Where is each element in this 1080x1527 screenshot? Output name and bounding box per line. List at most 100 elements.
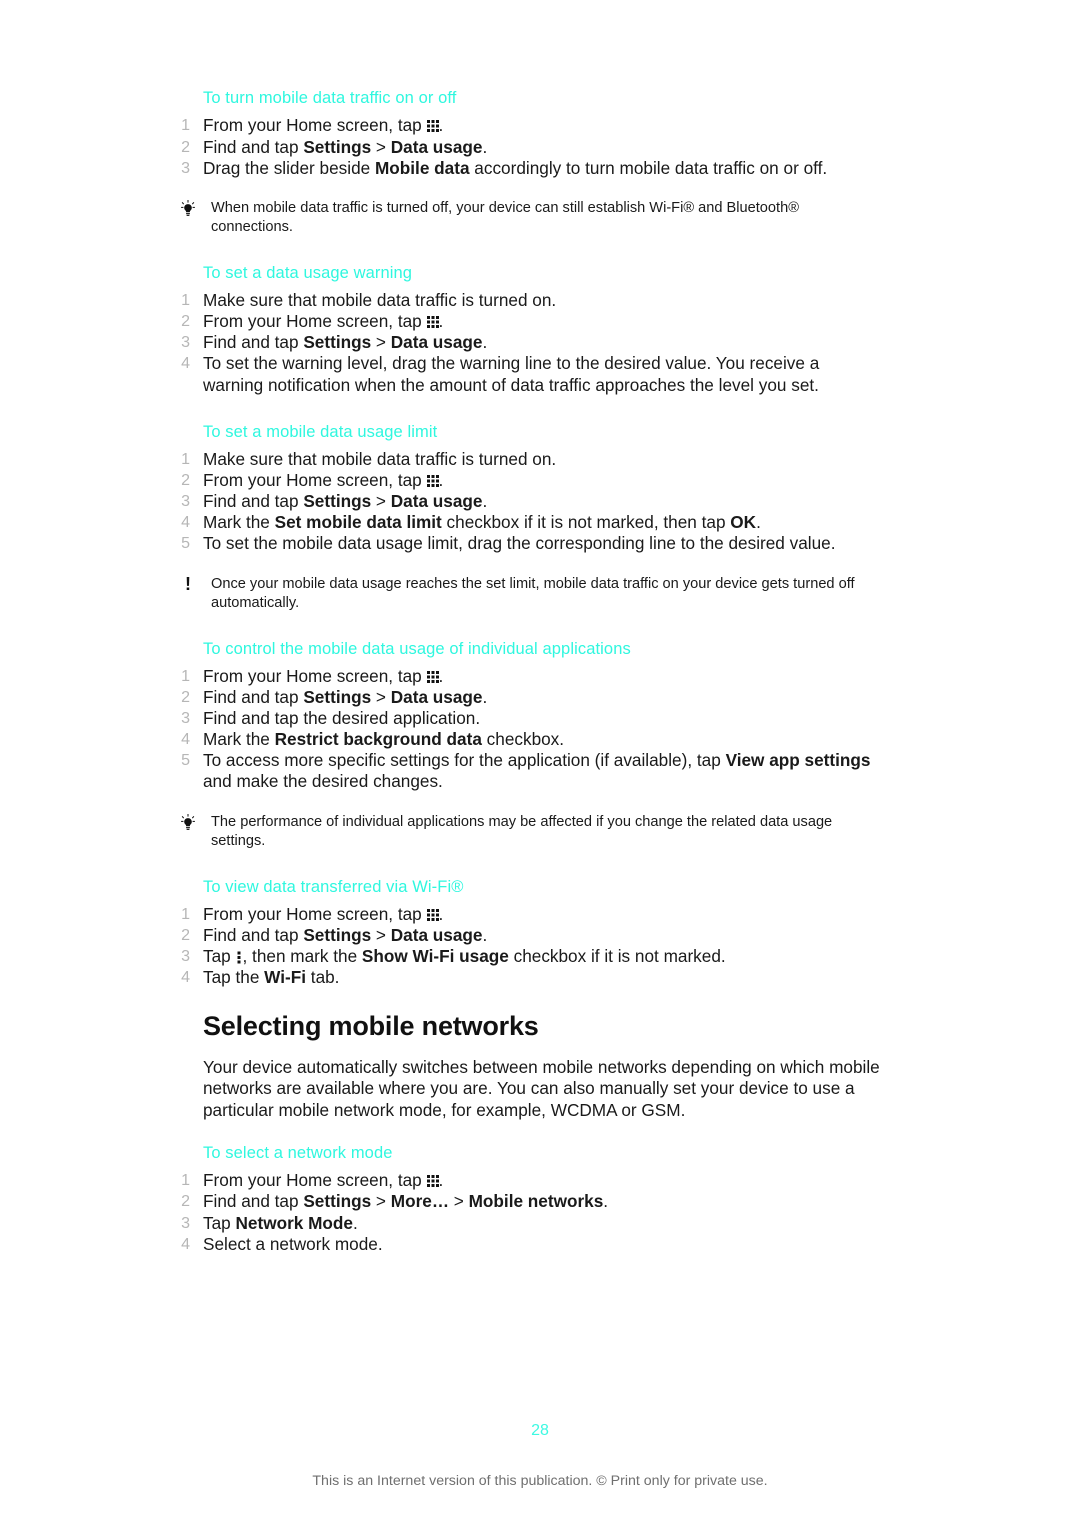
- step-item: 5 To set the mobile data usage limit, dra…: [171, 533, 883, 554]
- step-number: 1: [181, 451, 190, 469]
- step-item: 4 To set the warning level, drag the warn…: [171, 353, 883, 395]
- step-number: 3: [181, 159, 190, 177]
- step-item: 2 From your Home screen, tap .: [171, 470, 883, 491]
- callout-text: Once your mobile data usage reaches the …: [211, 575, 855, 611]
- step-text: From your Home screen, tap .: [203, 115, 444, 136]
- ui-label: Data usage: [390, 332, 483, 353]
- step-item: 4 Mark the Set mobile data limit checkbox…: [171, 512, 883, 533]
- ui-label: Settings: [303, 687, 372, 708]
- ui-label: Mobile data: [374, 157, 470, 178]
- app-drawer-grid-icon: [426, 1175, 439, 1188]
- step-text: Find and tap Settings > Data usage.: [203, 136, 488, 157]
- section-control-app-data-usage: To control the mobile data usage of indi…: [171, 639, 883, 793]
- ui-label: Data usage: [390, 491, 483, 512]
- section-turn-mobile-data-on-off: To turn mobile data traffic on or off 1F…: [171, 88, 883, 179]
- step-number: 3: [181, 493, 190, 511]
- ui-label: Settings: [303, 332, 372, 353]
- step-number: 1: [181, 117, 190, 135]
- step-item: 2 Find and tap Settings > Data usage.: [171, 137, 883, 158]
- step-item: 2 Find and tap Settings > Data usage.: [171, 925, 883, 946]
- step-text: Tap the Wi-Fi tab.: [203, 967, 340, 988]
- app-drawer-grid-icon: [426, 670, 439, 683]
- step-item: 2 Find and tap Settings > More… > Mobile …: [171, 1191, 883, 1212]
- ui-label: View app settings: [725, 750, 871, 771]
- step-text: From your Home screen, tap .: [203, 311, 444, 332]
- step-text: Make sure that mobile data traffic is tu…: [203, 290, 557, 311]
- ui-label: More…: [390, 1191, 450, 1212]
- step-text: Find and tap Settings > Data usage.: [203, 925, 488, 946]
- step-number: 1: [181, 905, 190, 923]
- ui-label: Network Mode: [235, 1212, 353, 1233]
- ui-label: Settings: [303, 1191, 372, 1212]
- ui-label: Settings: [303, 491, 372, 512]
- step-item: 5 To access more specific settings for th…: [171, 750, 883, 792]
- step-number: 2: [181, 1193, 190, 1211]
- step-item: 2 From your Home screen, tap .: [171, 311, 883, 332]
- step-list: 1 From your Home screen, tap . 2 Find and t…: [171, 904, 883, 988]
- lightbulb-tip-icon: [177, 813, 199, 832]
- callout-text: The performance of individual applicatio…: [211, 813, 833, 849]
- step-number: 3: [181, 948, 190, 966]
- intro-paragraph: Your device automatically switches betwe…: [203, 1056, 880, 1120]
- document-page: To turn mobile data traffic on or off 1F…: [0, 0, 1080, 1527]
- step-number: 1: [181, 292, 190, 310]
- step-text: Find and tap the desired application.: [203, 708, 481, 729]
- ui-label: Wi-Fi: [264, 967, 307, 988]
- lightbulb-tip-icon: [177, 199, 199, 218]
- step-text: To access more specific settings for the…: [203, 750, 871, 792]
- step-text: Mark the Restrict background data checkb…: [203, 729, 565, 750]
- step-number: 3: [181, 710, 190, 728]
- overflow-menu-kebab-icon: [237, 951, 242, 964]
- step-item: 3 Drag the slider beside Mobile data acco…: [171, 158, 883, 179]
- ui-label: Mobile networks: [468, 1191, 604, 1212]
- step-item: 3 Find and tap Settings > Data usage.: [171, 332, 883, 353]
- step-item: 1 Make sure that mobile data traffic is t…: [171, 290, 883, 311]
- step-number: 2: [181, 927, 190, 945]
- step-number: 4: [181, 514, 190, 532]
- step-item: 1 From your Home screen, tap .: [171, 115, 883, 136]
- section-heading: To set a data usage warning: [203, 263, 413, 282]
- step-number: 1: [181, 1172, 190, 1190]
- ui-label: Show Wi-Fi usage: [361, 946, 509, 967]
- page-number: 28: [531, 1422, 549, 1439]
- step-number: 2: [181, 472, 190, 490]
- section-heading: To select a network mode: [203, 1143, 393, 1162]
- step-item: 1 From your Home screen, tap .: [171, 666, 883, 687]
- step-item: 3 Tap , then mark the Show Wi-Fi usage ch…: [171, 946, 883, 967]
- step-number: 5: [181, 535, 190, 553]
- ui-label: Settings: [303, 136, 372, 157]
- step-number: 4: [181, 355, 190, 373]
- step-item: 4 Mark the Restrict background data check…: [171, 729, 883, 750]
- step-item: 3 Find and tap Settings > Data usage.: [171, 491, 883, 512]
- step-number: 2: [181, 689, 190, 707]
- footer-copyright: This is an Internet version of this publ…: [312, 1473, 768, 1489]
- step-text: To set the mobile data usage limit, drag…: [203, 533, 836, 554]
- page-content: To turn mobile data traffic on or off 1F…: [171, 88, 883, 1255]
- step-text: Make sure that mobile data traffic is tu…: [203, 449, 557, 470]
- step-text: Select a network mode.: [203, 1233, 383, 1254]
- step-item: 1 Make sure that mobile data traffic is t…: [171, 449, 883, 470]
- callout-tip-app-performance: The performance of individual applicatio…: [171, 813, 883, 851]
- step-item: 4 Tap the Wi-Fi tab.: [171, 967, 883, 988]
- ui-label: Data usage: [390, 925, 483, 946]
- app-drawer-grid-icon: [426, 316, 439, 329]
- step-item: 3 Tap Network Mode.: [171, 1213, 883, 1234]
- step-number: 4: [181, 1235, 190, 1253]
- step-text: Find and tap Settings > More… > Mobile n…: [203, 1191, 609, 1212]
- step-item: 2 Find and tap Settings > Data usage.: [171, 687, 883, 708]
- ui-label: Settings: [303, 925, 372, 946]
- step-text: Find and tap Settings > Data usage.: [203, 687, 488, 708]
- step-text: Find and tap Settings > Data usage.: [203, 491, 488, 512]
- section-heading: To set a mobile data usage limit: [203, 422, 438, 441]
- step-number: 4: [181, 731, 190, 749]
- section-heading: To turn mobile data traffic on or off: [203, 89, 457, 107]
- step-number: 4: [181, 969, 190, 987]
